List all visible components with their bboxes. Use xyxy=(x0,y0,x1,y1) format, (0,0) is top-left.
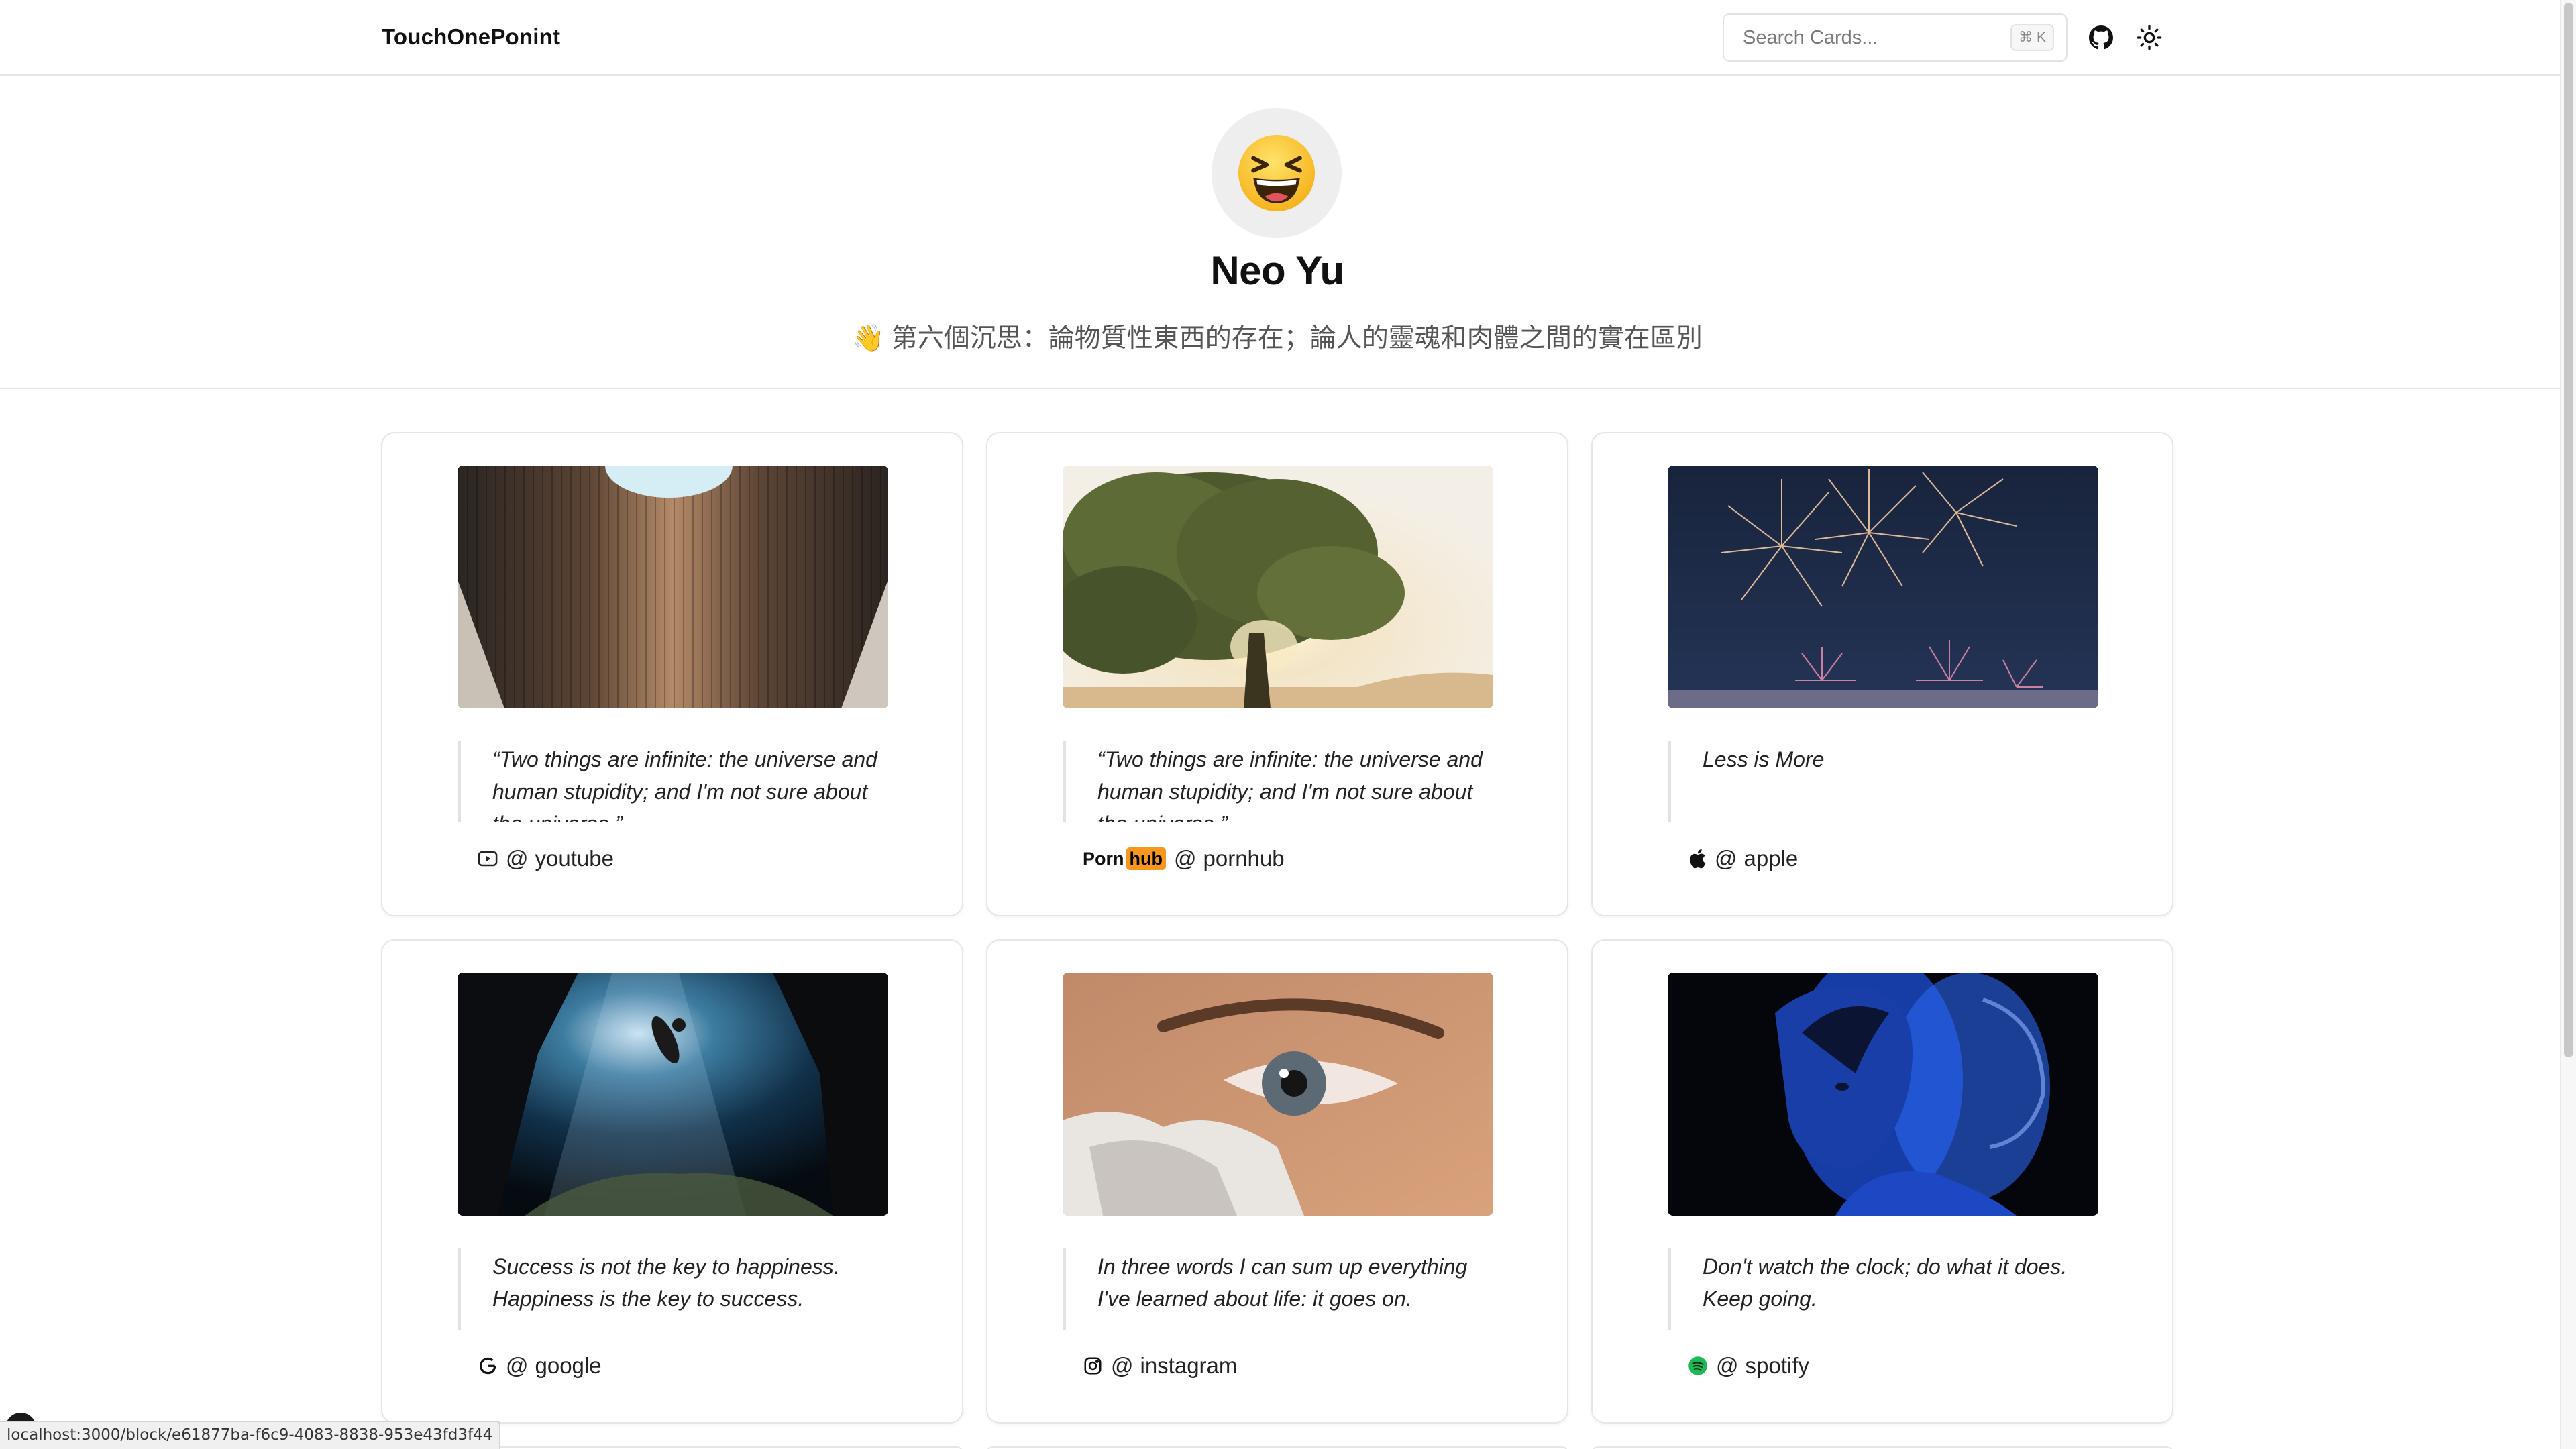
wave-emoji-icon: 👋 xyxy=(852,323,885,354)
card-youtube[interactable]: “Two things are infinite: the universe a… xyxy=(381,432,963,916)
profile-section: Neo Yu 👋 第六個沉思：論物質性東西的存在；論人的靈魂和肉體之間的實在區別 xyxy=(0,76,2560,389)
source-platform: instagram xyxy=(1140,1353,1238,1378)
card-source[interactable]: @ apple xyxy=(1688,843,1798,875)
laughing-emoji-icon xyxy=(1238,134,1316,212)
source-platform: apple xyxy=(1743,846,1799,871)
eye-closeup-image xyxy=(1063,973,1493,1216)
card-next-row-peek xyxy=(986,1446,1568,1449)
vertical-scrollbar[interactable] xyxy=(2560,0,2576,1449)
source-prefix: @ xyxy=(506,1353,529,1378)
tree-sunset-image xyxy=(1063,466,1493,708)
card-image xyxy=(1668,466,2098,708)
source-prefix: @ xyxy=(1715,846,1737,871)
pornhub-logo: Porn hub xyxy=(1083,847,1166,870)
card-source[interactable]: @ youtube xyxy=(478,843,614,875)
source-prefix: @ xyxy=(1174,846,1197,871)
fireworks-image xyxy=(1668,466,2098,708)
spotify-icon xyxy=(1688,1356,1708,1376)
github-icon xyxy=(2089,25,2113,50)
architecture-skylight-image xyxy=(458,466,888,708)
card-quote: “Two things are infinite: the universe a… xyxy=(1063,741,1492,822)
profile-name: Neo Yu xyxy=(1210,248,1344,293)
underwater-cave-image xyxy=(458,973,888,1216)
card-source[interactable]: Porn hub @ pornhub xyxy=(1083,843,1285,875)
profile-bio-text: 第六個沉思：論物質性東西的存在；論人的靈魂和肉體之間的實在區別 xyxy=(891,323,1703,354)
google-icon xyxy=(478,1356,498,1376)
theme-toggle-button[interactable] xyxy=(2133,21,2165,54)
card-quote: Success is not the key to happiness. Hap… xyxy=(458,1248,887,1330)
card-pornhub[interactable]: “Two things are infinite: the universe a… xyxy=(986,432,1568,916)
search-box[interactable]: ⌘ K xyxy=(1723,13,2068,62)
site-brand[interactable]: TouchOnePonint xyxy=(382,24,560,50)
card-quote: Less is More xyxy=(1668,741,2097,822)
apple-icon xyxy=(1688,848,1707,869)
avatar xyxy=(1212,108,1342,238)
card-image xyxy=(1063,973,1493,1216)
card-source[interactable]: @ instagram xyxy=(1083,1350,1237,1382)
source-platform: youtube xyxy=(535,846,614,871)
card-google[interactable]: Success is not the key to happiness. Hap… xyxy=(381,939,963,1424)
source-platform: spotify xyxy=(1745,1353,1809,1378)
source-prefix: @ xyxy=(506,846,529,871)
card-spotify[interactable]: Don't watch the clock; do what it does. … xyxy=(1591,939,2174,1424)
card-apple[interactable]: Less is More @ apple xyxy=(1591,432,2174,916)
card-quote: In three words I can sum up everything I… xyxy=(1063,1248,1492,1330)
card-source[interactable]: @ spotify xyxy=(1688,1350,1809,1382)
search-input[interactable] xyxy=(1743,15,1998,60)
card-source[interactable]: @ google xyxy=(478,1350,602,1382)
card-quote: Don't watch the clock; do what it does. … xyxy=(1668,1248,2097,1330)
profile-bio: 👋 第六個沉思：論物質性東西的存在；論人的靈魂和肉體之間的實在區別 xyxy=(0,317,2555,355)
card-image xyxy=(1668,973,2098,1216)
source-platform: google xyxy=(535,1353,602,1378)
source-prefix: @ xyxy=(1111,1353,1134,1378)
github-button[interactable] xyxy=(2085,21,2117,54)
search-shortcut-badge: ⌘ K xyxy=(2010,24,2054,51)
card-image xyxy=(458,466,888,708)
card-quote: “Two things are infinite: the universe a… xyxy=(458,741,887,822)
blue-portrait-image xyxy=(1668,973,2098,1216)
link-status-bar: localhost:3000/block/e61877ba-f6c9-4083-… xyxy=(0,1421,501,1449)
source-prefix: @ xyxy=(1716,1353,1739,1378)
youtube-icon xyxy=(478,850,498,867)
card-image xyxy=(1063,466,1493,708)
source-platform: pornhub xyxy=(1203,846,1285,871)
top-navbar: TouchOnePonint ⌘ K xyxy=(0,0,2560,76)
card-image xyxy=(458,973,888,1216)
card-instagram[interactable]: In three words I can sum up everything I… xyxy=(986,939,1568,1424)
card-next-row-peek xyxy=(1591,1446,2174,1449)
scrollbar-thumb[interactable] xyxy=(2564,3,2573,1057)
sun-icon xyxy=(2137,25,2162,50)
instagram-icon xyxy=(1083,1356,1103,1376)
